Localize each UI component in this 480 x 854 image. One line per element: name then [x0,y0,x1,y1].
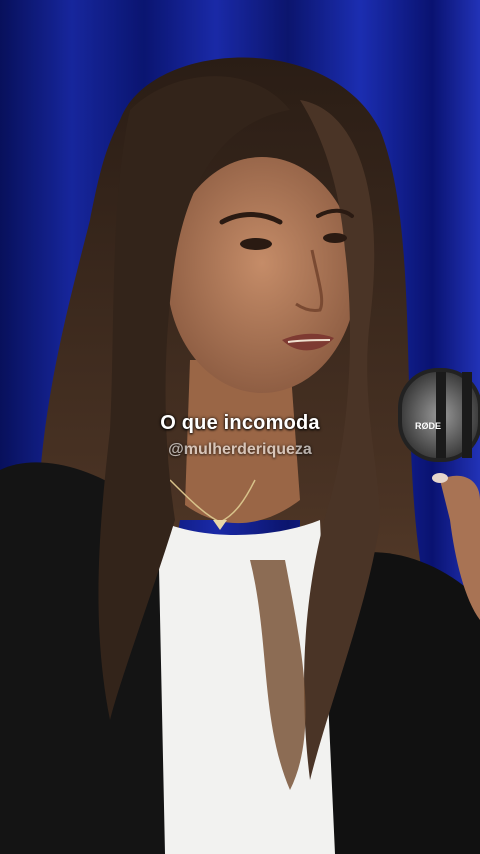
subtitle-caption: O que incomoda [160,412,320,434]
right-eye [323,233,347,243]
face [167,157,357,393]
watermark-handle: @mulherderiqueza [168,441,312,458]
left-eye [240,238,272,250]
video-frame[interactable]: RØDE O que incomoda @mulherderiqueza [0,0,480,854]
